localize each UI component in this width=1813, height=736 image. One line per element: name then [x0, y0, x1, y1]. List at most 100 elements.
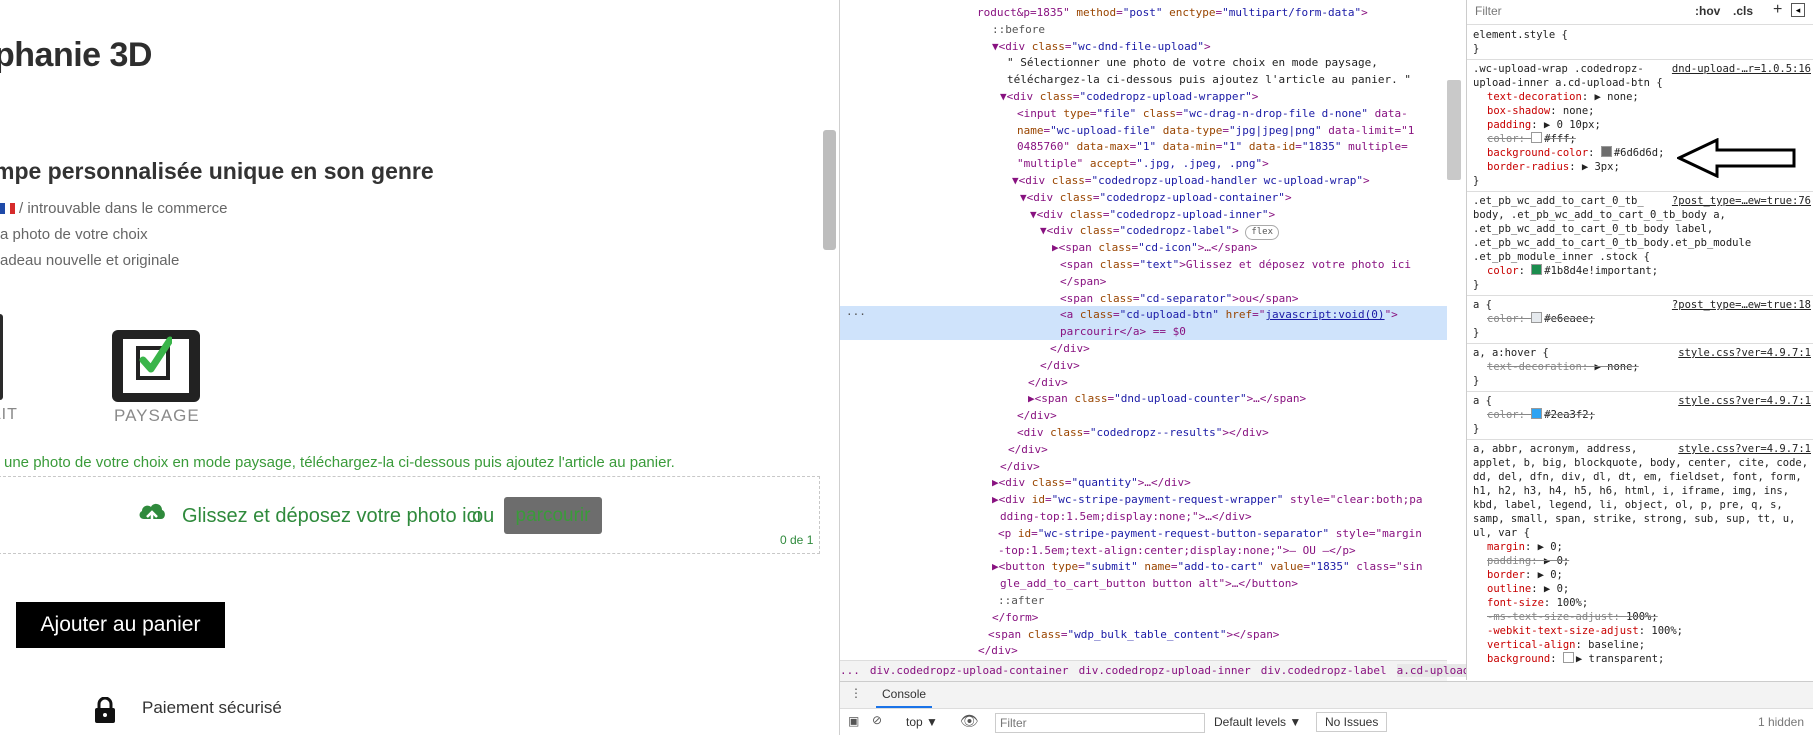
css-selector-line[interactable]: } — [1473, 422, 1479, 436]
dom-node-line[interactable]: <input type="file" class="wc-drag-n-drop… — [840, 105, 1447, 122]
color-swatch[interactable] — [1531, 132, 1543, 143]
dom-node-line[interactable]: 0485760" data-max="1" data-min="1" data-… — [840, 138, 1447, 155]
css-selector-line[interactable]: } — [1473, 374, 1479, 388]
breadcrumb-item[interactable]: div.codedropz-label — [1261, 664, 1387, 677]
landscape-frame-checkmark-icon[interactable] — [112, 330, 200, 402]
dom-node-line[interactable]: ::before — [840, 21, 1447, 38]
css-source-link[interactable]: dnd-upload-…r=1.0.5:16 — [1672, 62, 1811, 76]
css-source-link[interactable]: style.css?ver=4.9.7:1 — [1678, 346, 1811, 360]
css-selector-line[interactable]: .et_pb_wc_add_to_cart_0_tb_body label, — [1473, 222, 1713, 236]
css-selector-line[interactable]: } — [1473, 278, 1479, 292]
css-selector-line[interactable]: upload-inner a.cd-upload-btn { — [1473, 76, 1663, 90]
dom-node-line[interactable]: ▼<div class="wc-dnd-file-upload"> — [840, 38, 1447, 55]
clear-console-icon[interactable]: ⊘ — [872, 713, 882, 727]
css-selector-line[interactable]: a { — [1473, 298, 1492, 312]
breadcrumb-item[interactable]: ... — [840, 664, 860, 677]
dom-node-line[interactable]: </span> — [840, 273, 1447, 290]
css-selector-line[interactable]: a { — [1473, 394, 1492, 408]
css-property-line[interactable]: color: #e6eaee; — [1487, 312, 1595, 326]
hov-toggle[interactable]: :hov — [1695, 4, 1720, 18]
dom-node-line[interactable]: name="wc-upload-file" data-type="jpg|jpe… — [840, 122, 1447, 139]
css-property-line[interactable]: box-shadow: none; — [1487, 104, 1594, 118]
dom-node-line[interactable]: " Sélectionner une photo de votre choix … — [840, 54, 1447, 71]
log-levels-select[interactable]: Default levels ▼ — [1214, 715, 1301, 729]
css-source-link[interactable]: ?post_type=…ew=true:18 — [1672, 298, 1811, 312]
css-property-line[interactable]: -ms-text-size-adjust: 100%; — [1487, 610, 1658, 624]
add-to-cart-button[interactable]: Ajouter au panier — [16, 602, 225, 648]
css-property-line[interactable]: border: ▶ 0; — [1487, 568, 1563, 582]
color-swatch[interactable] — [1562, 652, 1574, 663]
dom-node-line[interactable]: ▼<div class="codedropz-upload-container"… — [840, 189, 1447, 206]
dom-node-line[interactable]: -top:1.5em;text-align:center;display:non… — [840, 542, 1447, 559]
css-selector-line[interactable]: a, abbr, acronym, address, — [1473, 442, 1637, 456]
dom-node-line[interactable]: "multiple" accept=".jpg, .jpeg, .png"> — [840, 155, 1447, 172]
dom-node-line[interactable]: dding-top:1.5em;display:none;">…</div> — [840, 508, 1447, 525]
dom-node-line[interactable]: ▶<div class="quantity">…</div> — [840, 474, 1447, 491]
dom-node-line[interactable]: <span class="cd-separator">ou</span> — [840, 290, 1447, 307]
css-property-line[interactable]: color: #1b8d4e!important; — [1487, 264, 1658, 278]
css-selector-line[interactable]: } — [1473, 42, 1479, 56]
dom-node-line[interactable]: <a class="cd-upload-btn" href="javascrip… — [840, 306, 1447, 324]
css-selector-line[interactable]: .et_pb_module_inner .stock { — [1473, 250, 1650, 264]
color-swatch[interactable] — [1531, 312, 1543, 323]
color-swatch[interactable] — [1531, 264, 1543, 275]
styles-filter-input[interactable]: Filter — [1475, 4, 1502, 18]
css-property-line[interactable]: background-color: #6d6d6d; — [1487, 146, 1664, 160]
css-selector-line[interactable]: element.style { — [1473, 28, 1568, 42]
dom-node-line[interactable]: roduct&p=1835" method="post" enctype="mu… — [840, 4, 1447, 21]
sidebar-toggle-icon[interactable]: ▣ — [848, 714, 859, 728]
css-property-line[interactable]: text-decoration: ▶ none; — [1487, 360, 1639, 374]
dom-node-line[interactable]: gle_add_to_cart_button button alt">…</bu… — [840, 575, 1447, 592]
dom-node-line[interactable]: </div> — [840, 340, 1447, 357]
dom-node-line[interactable]: ▶<span class="cd-icon">…</span> — [840, 239, 1447, 256]
color-swatch[interactable] — [1600, 146, 1612, 157]
css-property-line[interactable]: margin: ▶ 0; — [1487, 540, 1563, 554]
dom-node-line[interactable]: ▼<div class="codedropz-upload-handler wc… — [840, 172, 1447, 189]
dom-node-line[interactable]: <p id="wc-stripe-payment-request-button-… — [840, 525, 1447, 542]
console-filter-input[interactable]: Filter — [995, 713, 1205, 733]
dom-node-line[interactable]: </div> — [840, 374, 1447, 391]
css-selector-line[interactable]: a, a:hover { — [1473, 346, 1549, 360]
css-selector-line[interactable]: ul, var { — [1473, 526, 1530, 540]
eye-icon[interactable]: 👁 — [960, 712, 979, 730]
computed-toggle-icon[interactable]: ◂ — [1791, 3, 1805, 17]
elements-tree[interactable]: roduct&p=1835" method="post" enctype="mu… — [840, 0, 1447, 660]
elements-scrollbar-thumb[interactable] — [1447, 80, 1461, 180]
css-selector-line[interactable]: } — [1473, 326, 1479, 340]
dom-node-line[interactable]: ▶<div id="wc-stripe-payment-request-wrap… — [840, 491, 1447, 508]
css-selector-line[interactable]: applet, b, big, blockquote, body, center… — [1473, 456, 1808, 470]
css-property-line[interactable]: padding: ▶ 0; — [1487, 554, 1569, 568]
flex-badge[interactable]: flex — [1245, 225, 1280, 241]
color-swatch[interactable] — [1531, 408, 1543, 419]
dom-node-line[interactable]: ▼<div class="codedropz-upload-inner"> — [840, 206, 1447, 223]
css-property-line[interactable]: color: #fff; — [1487, 132, 1576, 146]
add-rule-icon[interactable]: + — [1773, 1, 1782, 19]
portrait-frame-icon[interactable] — [0, 314, 3, 400]
css-source-link[interactable]: ?post_type=…ew=true:76 — [1672, 194, 1811, 208]
dom-node-line[interactable]: <span class="text">Glissez et déposez vo… — [840, 256, 1447, 273]
dom-node-line[interactable]: ▶<button type="submit" name="add-to-cart… — [840, 558, 1447, 575]
css-source-link[interactable]: style.css?ver=4.9.7:1 — [1678, 442, 1811, 456]
css-selector-line[interactable]: .et_pb_wc_add_to_cart_0_tb_ — [1473, 194, 1644, 208]
css-selector-line[interactable]: h1, h2, h3, h4, h5, h6, html, i, iframe,… — [1473, 484, 1789, 498]
css-selector-line[interactable]: body, .et_pb_wc_add_to_cart_0_tb_body a, — [1473, 208, 1726, 222]
css-property-line[interactable]: font-size: 100%; — [1487, 596, 1588, 610]
issues-badge[interactable]: No Issues — [1316, 712, 1388, 732]
css-property-line[interactable]: background: ▶ transparent; — [1487, 652, 1664, 666]
css-selector-line[interactable]: dd, del, dfn, div, dl, dt, em, fieldset,… — [1473, 470, 1802, 484]
css-selector-line[interactable]: samp, small, span, strike, strong, sub, … — [1473, 512, 1795, 526]
dom-node-line[interactable]: </div> — [840, 407, 1447, 424]
dom-node-line[interactable]: parcourir</a> == $0 — [840, 323, 1447, 341]
page-scrollbar-thumb[interactable] — [823, 130, 836, 250]
cls-toggle[interactable]: .cls — [1733, 4, 1753, 18]
css-selector-line[interactable]: } — [1473, 174, 1479, 188]
css-source-link[interactable]: style.css?ver=4.9.7:1 — [1678, 394, 1811, 408]
css-property-line[interactable]: text-decoration: ▶ none; — [1487, 90, 1639, 104]
css-property-line[interactable]: -webkit-text-size-adjust: 100%; — [1487, 624, 1683, 638]
dom-node-line[interactable]: </div> — [840, 357, 1447, 374]
css-property-line[interactable]: vertical-align: baseline; — [1487, 638, 1645, 652]
dom-node-line[interactable]: ▼<div class="codedropz-label"> flex — [840, 222, 1447, 241]
dom-node-line[interactable]: </div> — [840, 642, 1447, 659]
node-options-icon[interactable]: ··· — [846, 306, 866, 323]
css-selector-line[interactable]: .wc-upload-wrap .codedropz- — [1473, 62, 1644, 76]
